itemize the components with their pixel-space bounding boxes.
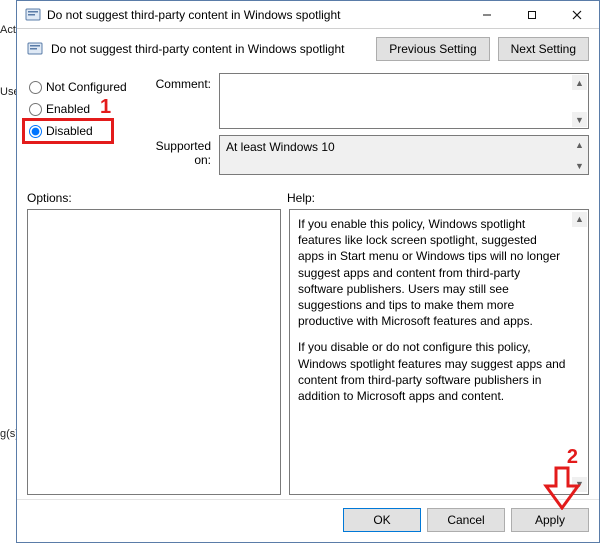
- comment-label: Comment:: [139, 73, 219, 129]
- previous-setting-button[interactable]: Previous Setting: [376, 37, 489, 61]
- radio-not-configured[interactable]: Not Configured: [27, 77, 139, 97]
- window-title: Do not suggest third-party content in Wi…: [47, 8, 464, 22]
- next-setting-button[interactable]: Next Setting: [498, 37, 589, 61]
- minimize-button[interactable]: [464, 1, 509, 28]
- gpo-setting-dialog: Do not suggest third-party content in Wi…: [16, 0, 600, 543]
- scroll-up-icon[interactable]: ▲: [572, 75, 587, 90]
- help-paragraph-1: If you enable this policy, Windows spotl…: [298, 216, 566, 329]
- radio-disabled-label: Disabled: [46, 124, 93, 138]
- supported-row: Supported on: At least Windows 10 ▲ ▼: [139, 135, 589, 175]
- supported-on-value: At least Windows 10: [220, 136, 588, 158]
- supported-on-box: At least Windows 10 ▲ ▼: [219, 135, 589, 175]
- help-pane: If you enable this policy, Windows spotl…: [289, 209, 589, 495]
- maximize-button[interactable]: [509, 1, 554, 28]
- options-pane: [27, 209, 281, 495]
- radio-enabled-label: Enabled: [46, 102, 90, 116]
- comment-row: Comment: ▲ ▼: [139, 73, 589, 129]
- options-label: Options:: [27, 191, 287, 205]
- radio-disabled[interactable]: Disabled: [27, 121, 139, 141]
- policy-icon: [27, 41, 43, 57]
- policy-title: Do not suggest third-party content in Wi…: [51, 42, 368, 56]
- state-radio-group: Not Configured Enabled Disabled: [27, 73, 139, 181]
- scroll-down-icon[interactable]: ▼: [572, 158, 587, 173]
- scroll-down-icon[interactable]: ▼: [572, 477, 587, 492]
- radio-not-configured-input[interactable]: [29, 81, 42, 94]
- dialog-header: Do not suggest third-party content in Wi…: [17, 29, 599, 69]
- scroll-up-icon[interactable]: ▲: [572, 137, 587, 152]
- scroll-down-icon[interactable]: ▼: [572, 112, 587, 127]
- radio-disabled-input[interactable]: [29, 125, 42, 138]
- config-row: Not Configured Enabled Disabled Comment:…: [17, 69, 599, 181]
- radio-enabled-input[interactable]: [29, 103, 42, 116]
- cancel-button[interactable]: Cancel: [427, 508, 505, 532]
- help-label: Help:: [287, 191, 589, 205]
- panes-labels: Options: Help:: [17, 181, 599, 207]
- panes: If you enable this policy, Windows spotl…: [17, 207, 599, 499]
- comment-textarea[interactable]: ▲ ▼: [219, 73, 589, 129]
- policy-icon: [25, 7, 41, 23]
- radio-not-configured-label: Not Configured: [46, 80, 127, 94]
- scroll-up-icon[interactable]: ▲: [572, 212, 587, 227]
- field-column: Comment: ▲ ▼ Supported on: At least Wind…: [139, 73, 589, 181]
- ok-button[interactable]: OK: [343, 508, 421, 532]
- help-paragraph-2: If you disable or do not configure this …: [298, 339, 566, 404]
- close-button[interactable]: [554, 1, 599, 28]
- window-buttons: [464, 1, 599, 28]
- title-bar: Do not suggest third-party content in Wi…: [17, 1, 599, 29]
- supported-on-label: Supported on:: [139, 135, 219, 175]
- apply-button[interactable]: Apply: [511, 508, 589, 532]
- radio-enabled[interactable]: Enabled: [27, 99, 139, 119]
- dialog-footer: OK Cancel Apply: [17, 499, 599, 542]
